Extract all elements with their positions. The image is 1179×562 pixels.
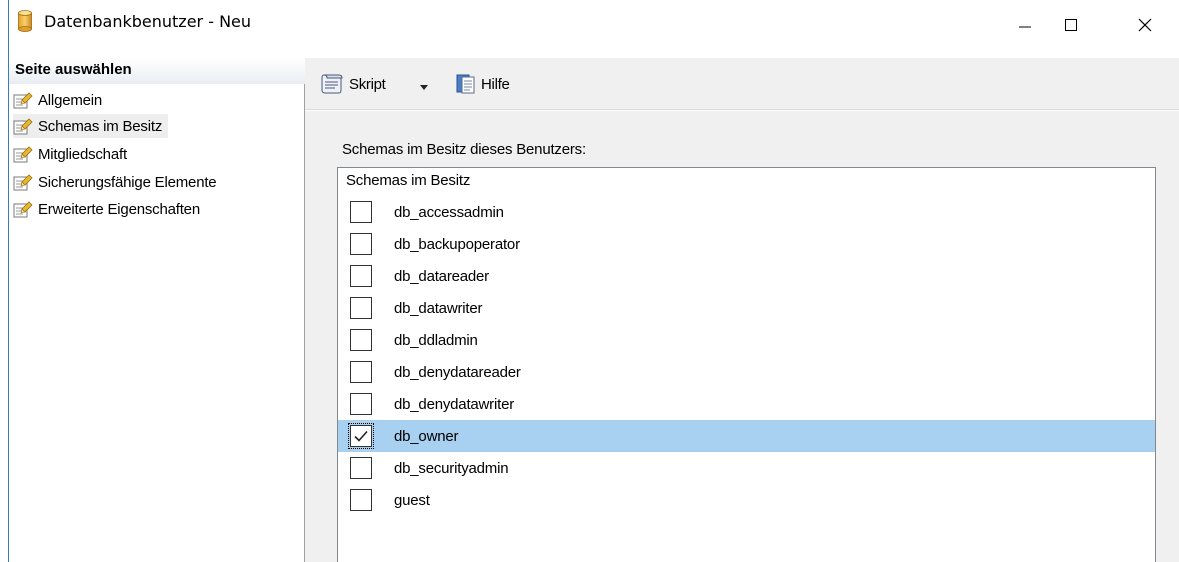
nav-item-mitgliedschaft[interactable]: Mitgliedschaft: [13, 142, 133, 166]
schema-checkbox[interactable]: [350, 329, 372, 351]
schema-name: db_datareader: [394, 267, 489, 285]
toolbar: Skript Hilfe: [305, 58, 1179, 110]
dialog-window: Datenbankbenutzer - Neu Seite auswählen: [0, 0, 1179, 562]
schema-checkbox-checked[interactable]: [348, 423, 374, 449]
schema-row-db-backupoperator[interactable]: db_backupoperator: [338, 228, 1155, 260]
schema-name: db_securityadmin: [394, 459, 509, 477]
nav-item-label: Erweiterte Eigenschaften: [38, 200, 200, 218]
owned-schemas-list[interactable]: Schemas im Besitz db_accessadmin db_back…: [337, 167, 1156, 562]
page-selector-pane: Seite auswählen Allgemein Schemas im Bes…: [9, 58, 305, 562]
nav-item-label: Sicherungsfähige Elemente: [38, 173, 217, 191]
schema-name: db_owner: [394, 427, 459, 445]
schema-name: db_ddladmin: [394, 331, 478, 349]
content-area: Schemas im Besitz dieses Benutzers: Sche…: [305, 111, 1179, 562]
nav-item-allgemein[interactable]: Allgemein: [13, 88, 108, 112]
minimize-icon: [1019, 26, 1031, 28]
schema-row-db-ddladmin[interactable]: db_ddladmin: [338, 324, 1155, 356]
schema-row-db-denydatawriter[interactable]: db_denydatawriter: [338, 388, 1155, 420]
window-title: Datenbankbenutzer - Neu: [44, 12, 252, 31]
database-icon: [18, 10, 32, 32]
script-button-label: Skript: [349, 75, 386, 93]
schema-name: db_denydatawriter: [394, 395, 515, 413]
schema-checkbox[interactable]: [350, 265, 372, 287]
nav-item-schemas-im-besitz[interactable]: Schemas im Besitz: [13, 114, 169, 138]
schema-name: db_accessadmin: [394, 203, 504, 221]
title-bar[interactable]: Datenbankbenutzer - Neu: [9, 0, 1179, 50]
maximize-button[interactable]: [1048, 0, 1094, 50]
checkmark-icon: [354, 430, 368, 442]
nav-item-label: Mitgliedschaft: [38, 145, 127, 163]
minimize-button[interactable]: [1002, 0, 1048, 50]
script-button[interactable]: Skript: [319, 70, 386, 98]
property-page-icon: [13, 92, 33, 109]
schema-row-db-datareader[interactable]: db_datareader: [338, 260, 1155, 292]
nav-item-sicherungsfaehige-elemente[interactable]: Sicherungsfähige Elemente: [13, 170, 222, 194]
nav-item-label: Schemas im Besitz: [38, 117, 163, 135]
schema-name: db_backupoperator: [394, 235, 520, 253]
close-icon: [1138, 18, 1152, 32]
page-selector-header: Seite auswählen: [9, 58, 305, 84]
property-page-icon: [13, 174, 33, 191]
help-icon: [456, 74, 475, 94]
property-page-icon: [13, 201, 33, 218]
schema-row-db-accessadmin[interactable]: db_accessadmin: [338, 196, 1155, 228]
property-page-icon: [13, 146, 33, 163]
schema-row-db-denydatareader[interactable]: db_denydatareader: [338, 356, 1155, 388]
page-selector-title: Seite auswählen: [15, 61, 132, 78]
property-page-icon: [13, 118, 33, 135]
schema-row-guest[interactable]: guest: [338, 484, 1155, 516]
list-column-header: Schemas im Besitz: [346, 172, 471, 189]
help-button[interactable]: Hilfe: [455, 70, 510, 98]
script-icon: [321, 74, 343, 94]
schema-name: guest: [394, 491, 430, 509]
schema-row-db-owner[interactable]: db_owner: [338, 420, 1155, 452]
maximize-icon: [1065, 19, 1077, 31]
schema-checkbox[interactable]: [350, 233, 372, 255]
schema-name: db_denydatareader: [394, 363, 521, 381]
help-button-label: Hilfe: [481, 75, 510, 93]
schema-checkbox[interactable]: [350, 201, 372, 223]
close-button[interactable]: [1122, 0, 1168, 50]
schema-checkbox[interactable]: [350, 361, 372, 383]
schema-checkbox[interactable]: [350, 393, 372, 415]
nav-item-label: Allgemein: [38, 91, 103, 109]
nav-item-erweiterte-eigenschaften[interactable]: Erweiterte Eigenschaften: [13, 197, 206, 221]
schema-checkbox[interactable]: [350, 457, 372, 479]
schema-row-db-datawriter[interactable]: db_datawriter: [338, 292, 1155, 324]
owned-schemas-label: Schemas im Besitz dieses Benutzers:: [342, 141, 586, 158]
properties-pane: Skript Hilfe Schemas im Besitz dieses Be…: [305, 58, 1179, 562]
script-dropdown-button[interactable]: [418, 79, 430, 90]
schema-name: db_datawriter: [394, 299, 483, 317]
schema-checkbox[interactable]: [350, 489, 372, 511]
dropdown-arrow-icon: [420, 85, 428, 90]
schema-row-db-securityadmin[interactable]: db_securityadmin: [338, 452, 1155, 484]
schema-checkbox[interactable]: [350, 297, 372, 319]
